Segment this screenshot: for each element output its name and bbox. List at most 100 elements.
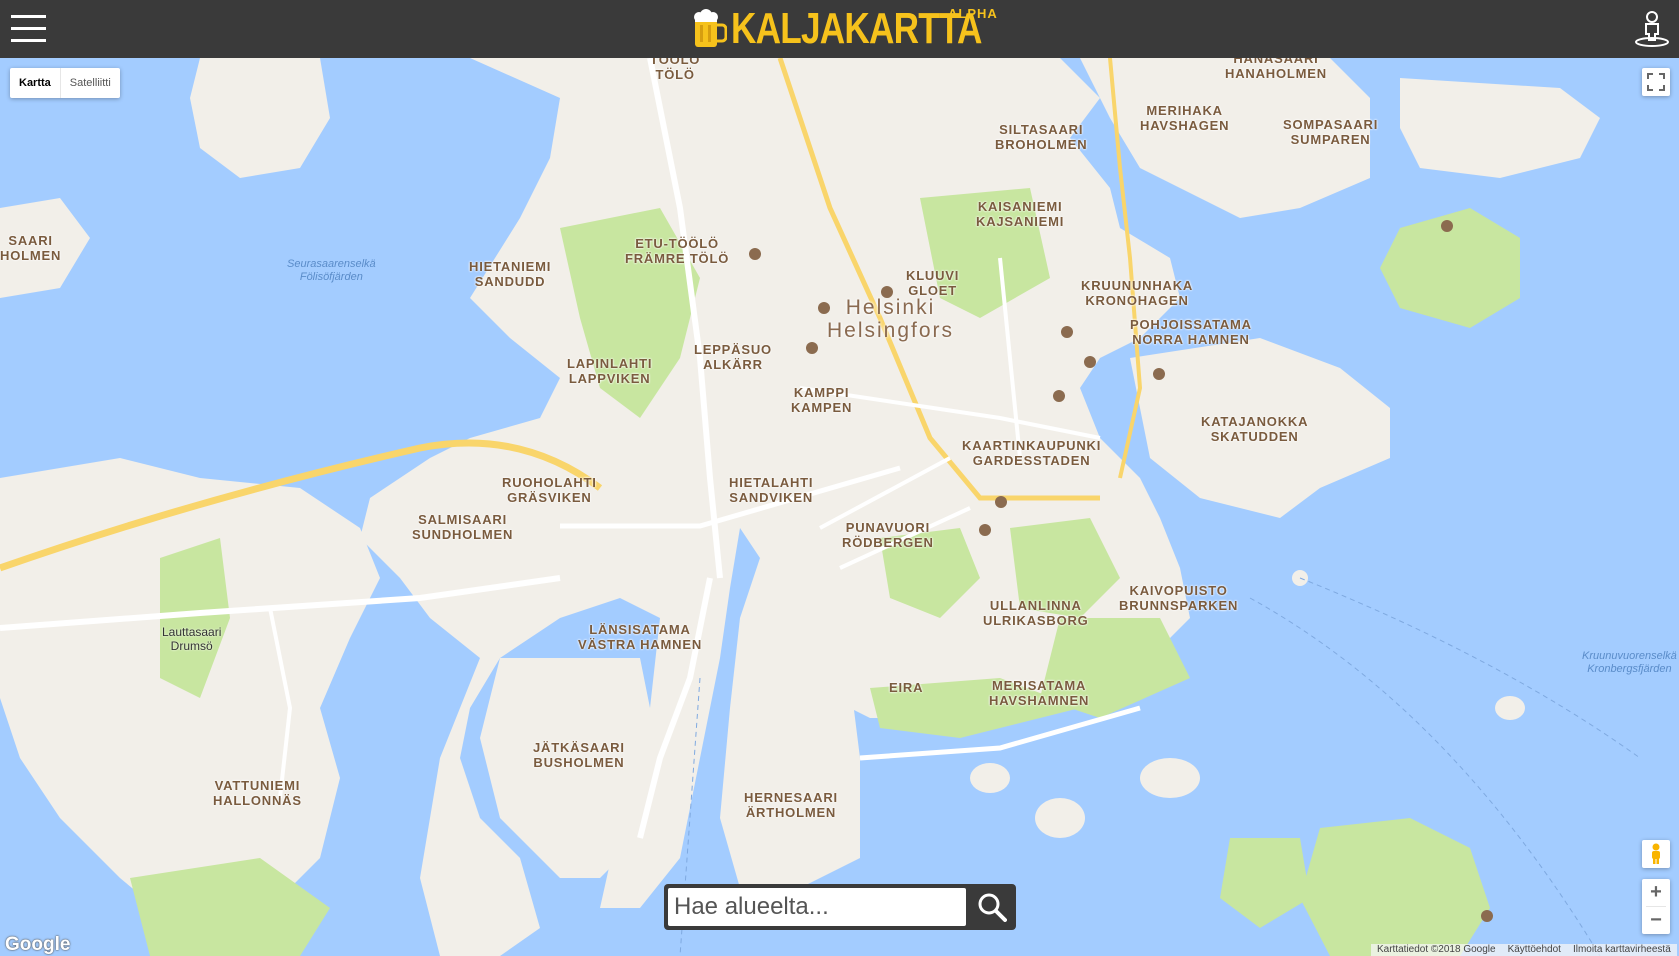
map-data-attribution: Karttatiedot ©2018 Google xyxy=(1377,944,1496,955)
district-name-sv: KRONOHAGEN xyxy=(1085,293,1189,308)
district-name-sv: TÖLÖ xyxy=(655,67,695,82)
district-label: SAARI HOLMEN xyxy=(0,233,61,263)
district-name-sv: HOLMEN xyxy=(0,248,62,263)
beer-mug-icon xyxy=(694,9,727,47)
district-label: PUNAVUORI RÖDBERGEN xyxy=(842,520,934,550)
district-name-fi: KLUUVI xyxy=(906,268,960,283)
district-name-fi: ULLANLINNA xyxy=(989,598,1082,613)
district-label: TÖÖLÖ TÖLÖ xyxy=(650,58,700,82)
district-name-fi: HIETANIEMI xyxy=(469,259,552,274)
district-label: KAARTINKAUPUNKI GARDESSTADEN xyxy=(962,438,1101,468)
district-label: JÄTKÄSAARI BUSHOLMEN xyxy=(533,740,625,770)
district-name-sv: VÄSTRA HAMNEN xyxy=(578,637,703,652)
district-label: KAIVOPUISTO BRUNNSPARKEN xyxy=(1119,583,1238,613)
map-type-satellite-button[interactable]: Satelliitti xyxy=(61,68,120,98)
district-name-sv: GRÄSVIKEN xyxy=(507,490,592,505)
fullscreen-icon[interactable] xyxy=(1642,68,1670,96)
search-input[interactable] xyxy=(668,888,966,926)
district-name-fi: HERNESAARI xyxy=(744,790,838,805)
district-label: POHJOISSATAMA NORRA HAMNEN xyxy=(1130,317,1252,347)
logo-text: KALJAKARTTA xyxy=(731,4,982,53)
zoom-control: + − xyxy=(1642,879,1670,934)
district-name-sv: BROHOLMEN xyxy=(995,137,1088,152)
district-name-sv: HAVSHAGEN xyxy=(1140,118,1230,133)
district-name-fi: SOMPASAARI xyxy=(1283,117,1379,132)
district-name-fi: VATTUNIEMI xyxy=(214,778,301,793)
water-label: Kruunuvuorenselkä Kronbergsfjärden xyxy=(1582,650,1677,676)
district-label: ULLANLINNA ULRIKASBORG xyxy=(983,598,1089,628)
district-label: HIETANIEMI SANDUDD xyxy=(469,259,551,289)
top-bar: KALJAKARTTA ALPHA xyxy=(0,0,1679,58)
district-name-sv: NORRA HAMNEN xyxy=(1132,332,1250,347)
zoom-in-button[interactable]: + xyxy=(1642,879,1670,906)
district-name-sv: KAMPEN xyxy=(791,400,853,415)
district-name-sv: BUSHOLMEN xyxy=(533,755,625,770)
district-name-sv: LAPPVIKEN xyxy=(568,371,651,386)
district-name-sv: ALKÄRR xyxy=(703,357,763,372)
user-location-icon[interactable] xyxy=(1633,10,1671,48)
district-name-sv: SKATUDDEN xyxy=(1210,429,1299,444)
district-name-fi: EIRA xyxy=(889,680,924,695)
district-name-fi: SILTASAARI xyxy=(999,122,1084,137)
city-label-sv: Helsingfors xyxy=(827,319,955,342)
district-name-fi: KAMPPI xyxy=(793,385,850,400)
zoom-out-button[interactable]: − xyxy=(1642,907,1670,934)
district-name-sv: RÖDBERGEN xyxy=(842,535,934,550)
district-name-sv: ÄRTHOLMEN xyxy=(745,805,837,820)
district-name-fi: JÄTKÄSAARI xyxy=(533,740,625,755)
district-name-sv: HANAHOLMEN xyxy=(1225,66,1327,81)
district-label: LEPPÄSUO ALKÄRR xyxy=(694,342,772,372)
district-label: KRUUNUNHAKA KRONOHAGEN xyxy=(1081,278,1193,308)
map-type-map-button[interactable]: Kartta xyxy=(10,68,61,98)
district-label: RUOHOLAHTI GRÄSVIKEN xyxy=(502,475,597,505)
map-attribution: Karttatiedot ©2018 Google Käyttöehdot Il… xyxy=(1371,944,1677,956)
district-name-fi: KAARTINKAUPUNKI xyxy=(962,438,1102,453)
map-type-control: Kartta Satelliitti xyxy=(10,68,120,98)
terms-link[interactable]: Käyttöehdot xyxy=(1502,944,1567,956)
street-view-pegman-icon[interactable] xyxy=(1642,840,1670,868)
water-name-fi: Kruunuvuorenselkä xyxy=(1582,650,1677,662)
hamburger-menu-icon[interactable] xyxy=(11,15,46,43)
district-name-fi: LEPPÄSUO xyxy=(694,342,772,357)
water-name-sv: Fölisöfjärden xyxy=(299,271,363,283)
search-bar xyxy=(664,884,1016,930)
district-name-fi: LÄNSISATAMA xyxy=(589,622,691,637)
district-name-fi: KAIVOPUISTO xyxy=(1129,583,1228,598)
place-name-sv: Drumsö xyxy=(170,639,213,653)
district-label: HIETALAHTI SANDVIKEN xyxy=(729,475,813,505)
district-label: SOMPASAARI SUMPAREN xyxy=(1283,117,1378,147)
map-canvas[interactable]: Helsinki Helsingfors TÖÖLÖ TÖLÖ SILTASAAR… xyxy=(0,58,1679,956)
district-name-sv: GLOET xyxy=(908,283,957,298)
district-name-fi: KAISANIEMI xyxy=(977,199,1063,214)
search-icon xyxy=(978,893,1007,922)
district-label: MERISATAMA HAVSHAMNEN xyxy=(989,678,1089,708)
district-name-fi: TÖÖLÖ xyxy=(650,58,701,67)
logo[interactable]: KALJAKARTTA ALPHA xyxy=(693,4,1044,54)
water-name-sv: Kronbergsfjärden xyxy=(1587,663,1672,675)
search-button[interactable] xyxy=(970,887,1014,927)
district-name-sv: GARDESSTADEN xyxy=(972,453,1091,468)
district-name-fi: SAARI xyxy=(8,233,53,248)
district-name-sv: HALLONNÄS xyxy=(213,793,302,808)
place-label: Lauttasaari Drumsö xyxy=(162,625,221,653)
district-label: KAMPPI KAMPEN xyxy=(791,385,852,415)
place-name-fi: Lauttasaari xyxy=(162,625,222,639)
district-name-fi: POHJOISSATAMA xyxy=(1130,317,1252,332)
district-name-fi: SALMISAARI xyxy=(418,512,508,527)
district-label: SILTASAARI BROHOLMEN xyxy=(995,122,1087,152)
district-label: LÄNSISATAMA VÄSTRA HAMNEN xyxy=(578,622,702,652)
district-name-fi: KATAJANOKKA xyxy=(1201,414,1309,429)
district-label: VATTUNIEMI HALLONNÄS xyxy=(213,778,302,808)
city-label-fi: Helsinki xyxy=(845,296,936,319)
district-name-fi: KRUUNUNHAKA xyxy=(1081,278,1194,293)
district-name-fi: LAPINLAHTI xyxy=(567,356,653,371)
district-label: HANASAARI HANAHOLMEN xyxy=(1225,58,1327,81)
report-error-link[interactable]: Ilmoita karttavirheestä xyxy=(1567,944,1677,956)
district-name-sv: SANDVIKEN xyxy=(729,490,814,505)
district-name-fi: MERIHAKA xyxy=(1146,103,1223,118)
logo-alpha-badge: ALPHA xyxy=(948,6,998,21)
google-logo[interactable]: Google xyxy=(5,934,70,956)
district-label: MERIHAKA HAVSHAGEN xyxy=(1140,103,1229,133)
district-name-sv: ULRIKASBORG xyxy=(983,613,1089,628)
water-name-fi: Seurasaarenselkä xyxy=(287,258,376,270)
